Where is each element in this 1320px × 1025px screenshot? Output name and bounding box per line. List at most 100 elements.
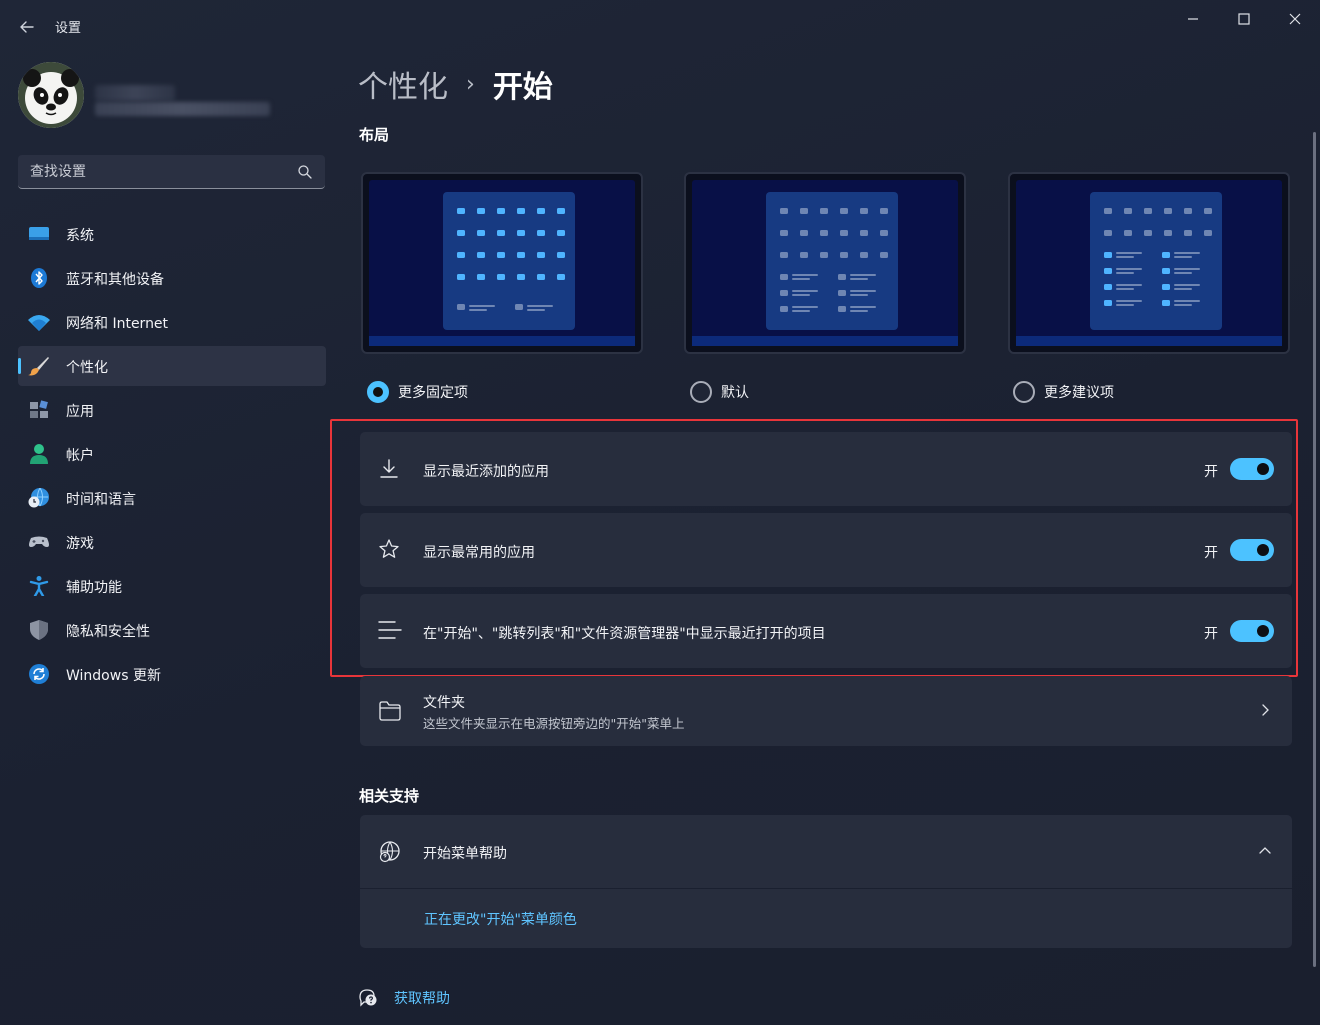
- preview-tile: [860, 208, 868, 214]
- preview-tile: [1164, 230, 1172, 236]
- preview-tile: [840, 230, 848, 236]
- layout-preview-more-recommendations[interactable]: [1008, 172, 1290, 354]
- sidebar-item-personalization[interactable]: 个性化: [18, 346, 326, 386]
- breadcrumb-parent[interactable]: 个性化: [358, 62, 448, 106]
- breadcrumb-separator-icon: ›: [466, 71, 475, 97]
- app-title: 设置: [55, 21, 82, 36]
- get-help-link[interactable]: 获取帮助: [394, 988, 450, 1008]
- layout-preview-screen: [692, 180, 958, 346]
- taskbar-preview: [1016, 336, 1282, 346]
- radio-label: 默认: [721, 385, 749, 401]
- search-box[interactable]: [18, 155, 325, 189]
- layout-option-default[interactable]: 默认: [690, 381, 749, 403]
- taskbar-preview: [369, 336, 635, 346]
- preview-line: [1116, 304, 1134, 306]
- preview-tile: [517, 274, 525, 280]
- sidebar-item-label: 隐私和安全性: [66, 624, 150, 640]
- preview-tile: [1104, 284, 1112, 290]
- radio-button[interactable]: [1013, 381, 1035, 403]
- preview-tile: [477, 230, 485, 236]
- preview-tile: [537, 208, 545, 214]
- sidebar-item-privacy[interactable]: 隐私和安全性: [18, 610, 326, 650]
- radio-label: 更多固定项: [398, 385, 468, 401]
- preview-tile: [517, 230, 525, 236]
- layout-preview-default[interactable]: [684, 172, 966, 354]
- preview-tile: [820, 208, 828, 214]
- sidebar-item-bluetooth[interactable]: 蓝牙和其他设备: [18, 258, 326, 298]
- preview-line: [792, 310, 810, 312]
- sidebar-item-system[interactable]: 系统: [18, 214, 326, 254]
- preview-line: [469, 305, 495, 307]
- page-title: 开始: [492, 70, 553, 105]
- preview-line: [1174, 268, 1200, 270]
- settings-window: 设置 查找设置 系统 蓝牙和其他设备 网络和 Internet 个性化 应用 帐…: [0, 0, 1320, 1025]
- preview-line: [850, 294, 868, 296]
- radio-button-selected[interactable]: [367, 381, 389, 403]
- preview-tile: [1184, 208, 1192, 214]
- preview-tile: [1162, 268, 1170, 274]
- layout-option-more-pins[interactable]: 更多固定项: [367, 381, 468, 403]
- sidebar-item-label: Windows 更新: [66, 668, 161, 684]
- preview-tile: [557, 208, 565, 214]
- search-input[interactable]: [18, 155, 288, 188]
- shield-icon: [30, 620, 48, 640]
- maximize-button[interactable]: [1221, 6, 1267, 32]
- sidebar-item-accounts[interactable]: 帐户: [18, 434, 326, 474]
- preview-tile: [820, 252, 828, 258]
- account-name-redacted: [95, 85, 175, 101]
- preview-tile: [840, 252, 848, 258]
- preview-line: [1174, 284, 1200, 286]
- search-icon[interactable]: [297, 164, 313, 180]
- apps-icon: [30, 400, 48, 418]
- sidebar-item-accessibility[interactable]: 辅助功能: [18, 566, 326, 606]
- sidebar-item-windows-update[interactable]: Windows 更新: [18, 654, 326, 694]
- sidebar-nav: 系统 蓝牙和其他设备 网络和 Internet 个性化 应用 帐户 时间和语言 …: [18, 214, 326, 698]
- preview-line: [792, 274, 818, 276]
- minimize-button[interactable]: [1170, 6, 1216, 32]
- layout-option-more-recommendations[interactable]: 更多建议项: [1013, 381, 1114, 403]
- sidebar-item-time-language[interactable]: 时间和语言: [18, 478, 326, 518]
- start-menu-preview: [1090, 192, 1222, 330]
- preview-tile: [517, 208, 525, 214]
- radio-button[interactable]: [690, 381, 712, 403]
- back-button[interactable]: [14, 14, 40, 40]
- setting-row-folders[interactable]: 文件夹 这些文件夹显示在电源按钮旁边的"开始"菜单上: [360, 676, 1292, 746]
- chevron-right-icon: [1262, 704, 1269, 716]
- preview-tile: [880, 208, 888, 214]
- preview-tile: [780, 274, 788, 280]
- scrollbar[interactable]: [1313, 132, 1316, 967]
- preview-tile: [860, 252, 868, 258]
- preview-line: [850, 290, 876, 292]
- preview-tile: [1104, 208, 1112, 214]
- sidebar-item-gaming[interactable]: 游戏: [18, 522, 326, 562]
- preview-line: [1116, 288, 1134, 290]
- setting-label: 文件夹: [423, 695, 465, 711]
- preview-tile: [557, 274, 565, 280]
- preview-line: [469, 309, 487, 311]
- sidebar-item-network[interactable]: 网络和 Internet: [18, 302, 326, 342]
- sidebar-item-apps[interactable]: 应用: [18, 390, 326, 430]
- help-link-start-menu-color[interactable]: 正在更改"开始"菜单颜色: [424, 909, 577, 929]
- preview-tile: [1144, 208, 1152, 214]
- close-icon: [1289, 13, 1301, 25]
- preview-tile: [457, 304, 465, 310]
- preview-tile: [457, 252, 465, 258]
- sidebar-item-label: 网络和 Internet: [66, 316, 169, 332]
- preview-tile: [838, 290, 846, 296]
- breadcrumb: 个性化 › 开始: [358, 62, 553, 106]
- update-icon: [29, 664, 49, 684]
- gamepad-icon: [29, 536, 49, 547]
- preview-tile: [780, 230, 788, 236]
- preview-tile: [800, 230, 808, 236]
- preview-tile: [1104, 230, 1112, 236]
- layout-preview-more-pins[interactable]: [361, 172, 643, 354]
- preview-line: [850, 278, 868, 280]
- sidebar-item-label: 辅助功能: [66, 580, 122, 596]
- preview-line: [1116, 284, 1142, 286]
- support-help-expander[interactable]: 开始菜单帮助: [360, 815, 1292, 888]
- preview-tile: [557, 230, 565, 236]
- avatar[interactable]: [18, 62, 84, 128]
- chevron-up-icon[interactable]: [1258, 844, 1272, 858]
- preview-tile: [1162, 300, 1170, 306]
- close-button[interactable]: [1272, 6, 1318, 32]
